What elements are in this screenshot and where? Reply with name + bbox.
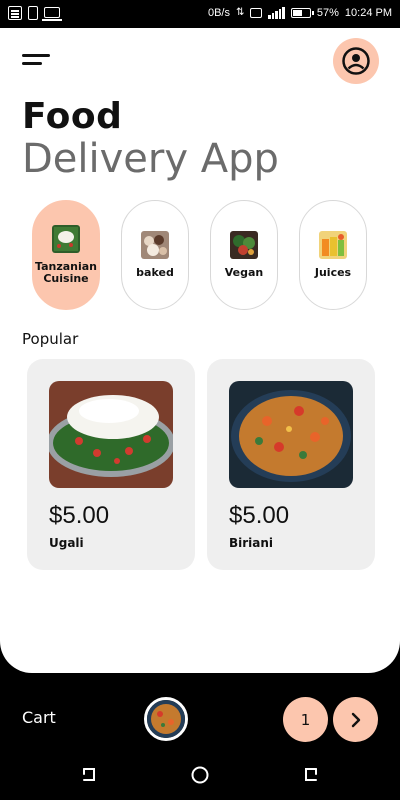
signal-icon	[268, 7, 285, 19]
category-label: Vegan	[224, 266, 264, 279]
net-speed: 0B/s	[207, 7, 230, 19]
popular-list: $5.00 Ugali $5.00 Biriani	[27, 359, 375, 570]
chevron-right-icon	[351, 712, 360, 727]
data-transfer-icon: ⇅	[235, 7, 245, 18]
sim-icon	[250, 8, 263, 18]
page-subtitle: Delivery App	[22, 136, 279, 182]
battery-icon	[290, 8, 314, 18]
main-panel: Food Delivery App Tanzanian Cuisine bake…	[0, 28, 400, 673]
food-image	[229, 381, 353, 488]
food-price: $5.00	[49, 502, 110, 529]
category-label: Juices	[314, 266, 352, 279]
status-bar: 0B/s ⇅ 57% 10:24 PM	[0, 0, 400, 28]
back-icon[interactable]	[300, 764, 322, 786]
notification-phone-icon	[28, 6, 38, 20]
food-name: Biriani	[229, 536, 274, 550]
system-nav-bar	[0, 750, 400, 800]
category-thumbnail	[52, 225, 80, 253]
food-card-biriani[interactable]: $5.00 Biriani	[207, 359, 375, 570]
cart-next-button[interactable]	[333, 697, 378, 742]
category-thumbnail	[141, 231, 169, 259]
category-thumbnail	[230, 231, 258, 259]
notification-laptop-icon	[42, 7, 62, 21]
profile-button[interactable]	[333, 38, 379, 84]
page-title: Food	[22, 96, 123, 137]
cart-item-thumbnail[interactable]	[144, 697, 188, 741]
food-card-ugali[interactable]: $5.00 Ugali	[27, 359, 195, 570]
category-vegan[interactable]: Vegan	[210, 200, 278, 310]
hamburger-menu-icon[interactable]	[22, 54, 52, 68]
battery-level: 57%	[316, 7, 339, 19]
category-tanzanian-cuisine[interactable]: Tanzanian Cuisine	[32, 200, 100, 310]
category-list: Tanzanian Cuisine baked Vegan Juices	[32, 200, 367, 310]
home-icon[interactable]	[189, 764, 211, 786]
clock: 10:24 PM	[344, 7, 392, 19]
food-price: $5.00	[229, 502, 290, 529]
category-baked[interactable]: baked	[121, 200, 189, 310]
category-thumbnail	[319, 231, 347, 259]
user-circle-icon	[342, 47, 370, 75]
notification-doc-icon	[8, 6, 22, 20]
category-juices[interactable]: Juices	[299, 200, 367, 310]
popular-heading: Popular	[22, 330, 79, 348]
recent-apps-icon[interactable]	[78, 764, 100, 786]
food-name: Ugali	[49, 536, 84, 550]
category-label: baked	[136, 266, 174, 279]
cart-count-badge: 1	[283, 697, 328, 742]
food-image	[49, 381, 173, 488]
cart-label: Cart	[22, 708, 56, 727]
category-label: Tanzanian Cuisine	[34, 260, 98, 285]
